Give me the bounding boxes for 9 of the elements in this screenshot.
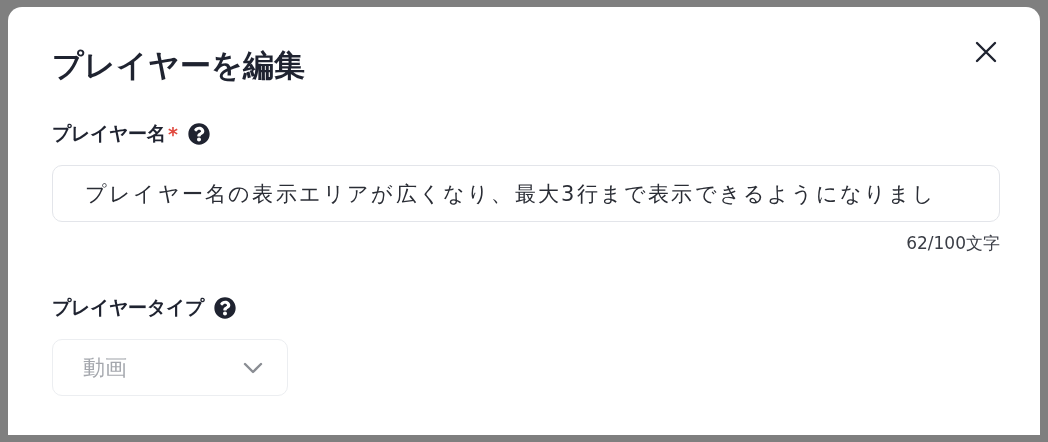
field-label: プレイヤー名 [52,121,166,146]
dialog-title: プレイヤーを編集 [52,46,305,85]
field-label: プレイヤータイプ [52,295,204,320]
character-counter: 62/100文字 [905,232,1000,255]
help-icon[interactable] [187,123,210,145]
input-field[interactable]: プレイヤー名の表示エリアが広くなり、最大3行まで表示できるようになりまし [52,165,1000,222]
help-icon[interactable] [214,297,236,319]
required-mark: * [168,123,178,145]
chevron-down-icon [243,361,263,374]
